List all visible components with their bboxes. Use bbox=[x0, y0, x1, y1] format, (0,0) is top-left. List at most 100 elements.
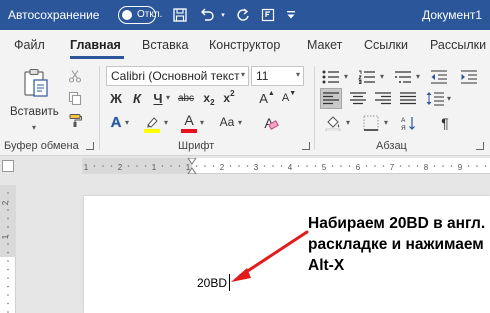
bullet-list-icon bbox=[322, 70, 339, 84]
ruler-tick bbox=[7, 226, 9, 228]
ruler-tick bbox=[127, 165, 130, 167]
tab-insert[interactable]: Вставка bbox=[142, 38, 188, 52]
paste-button[interactable]: Вставить ▾ bbox=[10, 68, 59, 132]
ruler-tick bbox=[433, 165, 436, 167]
font-color-dropdown-icon[interactable]: ▾ bbox=[200, 118, 204, 127]
copy-button[interactable] bbox=[66, 89, 84, 107]
bullets-dropdown-icon[interactable]: ▾ bbox=[344, 72, 348, 81]
multilevel-dropdown-icon[interactable]: ▾ bbox=[416, 72, 420, 81]
ruler-tick bbox=[7, 268, 9, 271]
align-center-button[interactable] bbox=[347, 88, 369, 109]
decrease-indent-button[interactable] bbox=[428, 68, 450, 86]
underline-dropdown-icon[interactable]: ▾ bbox=[166, 93, 170, 102]
change-case-dropdown-icon[interactable]: ▾ bbox=[238, 118, 242, 127]
shading-dropdown-icon[interactable]: ▾ bbox=[346, 118, 350, 127]
align-left-icon bbox=[323, 92, 339, 105]
superscript-index: 2 bbox=[230, 88, 235, 98]
sort-button[interactable]: A Я bbox=[398, 113, 420, 133]
ruler-label: 6 bbox=[356, 163, 361, 172]
clear-formatting-button[interactable]: A bbox=[258, 113, 280, 133]
ruler-label: 4 bbox=[288, 163, 293, 172]
bullets-button[interactable] bbox=[320, 68, 342, 86]
horizontal-ruler[interactable]: 121123456789 bbox=[82, 157, 490, 175]
italic-button[interactable]: К bbox=[128, 89, 146, 107]
paste-dropdown-icon[interactable]: ▾ bbox=[32, 123, 36, 132]
align-right-button[interactable] bbox=[372, 88, 394, 109]
font-group-label: Шрифт bbox=[178, 140, 215, 152]
ruler-tick bbox=[7, 217, 9, 220]
vertical-ruler[interactable]: 21 bbox=[0, 185, 16, 313]
typed-text: 20BD bbox=[197, 276, 228, 290]
font-size-combo[interactable]: 11 ▾ bbox=[251, 66, 304, 86]
show-formatting-marks-button[interactable]: ¶ bbox=[436, 114, 454, 132]
line-spacing-dropdown-icon[interactable]: ▾ bbox=[447, 94, 451, 103]
tab-references[interactable]: Ссылки bbox=[364, 38, 408, 52]
paragraph-launcher-icon[interactable] bbox=[476, 142, 484, 150]
font-color-button[interactable]: A bbox=[180, 112, 198, 133]
change-case-button[interactable]: Aa bbox=[216, 113, 238, 131]
ruler-label: 2 bbox=[220, 163, 225, 172]
ruler-tick bbox=[476, 165, 478, 167]
tab-design[interactable]: Конструктор bbox=[209, 38, 280, 52]
format-painter-button[interactable] bbox=[66, 111, 84, 129]
ruler-tick bbox=[7, 251, 9, 254]
customize-icon bbox=[287, 11, 295, 19]
subscript-button[interactable]: x2 bbox=[200, 89, 218, 107]
ruler-tick bbox=[374, 165, 376, 167]
borders-button[interactable] bbox=[360, 113, 382, 133]
ruler-tick bbox=[7, 234, 9, 237]
autosave-toggle[interactable]: Откл. bbox=[118, 6, 162, 24]
grow-font-letter: A bbox=[259, 90, 268, 106]
superscript-button[interactable]: x2 bbox=[220, 89, 238, 107]
justify-button[interactable] bbox=[397, 88, 419, 109]
text-effects-button[interactable]: A bbox=[107, 113, 125, 131]
ruler-tick bbox=[246, 165, 249, 167]
align-left-button[interactable] bbox=[320, 88, 342, 109]
line-spacing-button[interactable] bbox=[424, 88, 446, 109]
touch-mode-button[interactable] bbox=[258, 4, 278, 26]
shading-button[interactable] bbox=[322, 113, 344, 133]
grow-font-button[interactable]: A ▲ bbox=[256, 89, 278, 107]
undo-button[interactable] bbox=[196, 4, 218, 26]
customize-qat-button[interactable] bbox=[284, 4, 298, 26]
numbering-button[interactable] bbox=[356, 68, 378, 86]
clipboard-launcher-icon[interactable] bbox=[86, 142, 94, 150]
borders-dropdown-icon[interactable]: ▾ bbox=[384, 118, 388, 127]
font-name-dropdown-icon[interactable]: ▾ bbox=[241, 70, 245, 79]
underline-button[interactable]: Ч bbox=[149, 89, 167, 107]
bold-button[interactable]: Ж bbox=[107, 89, 125, 107]
shrink-font-button[interactable]: A ▼ bbox=[278, 89, 300, 107]
highlight-color-swatch bbox=[144, 129, 160, 133]
ruler-tick bbox=[348, 165, 351, 167]
highlight-dropdown-icon[interactable]: ▾ bbox=[164, 118, 168, 127]
ruler-tick bbox=[178, 165, 181, 167]
tab-home[interactable]: Главная bbox=[70, 38, 121, 52]
ruler-tick bbox=[170, 165, 172, 167]
tab-file[interactable]: Файл bbox=[14, 38, 45, 52]
font-name-combo[interactable]: Calibri (Основной текст ▾ bbox=[106, 66, 249, 86]
font-launcher-icon[interactable] bbox=[302, 142, 310, 150]
borders-icon bbox=[363, 115, 379, 131]
vertical-ruler-scale: 21 bbox=[0, 185, 16, 313]
ruler-tick bbox=[7, 200, 9, 203]
increase-indent-button[interactable] bbox=[458, 68, 480, 86]
tab-selector-icon[interactable] bbox=[2, 160, 14, 172]
font-name-value: Calibri (Основной текст bbox=[111, 69, 240, 83]
strikethrough-button[interactable]: abc bbox=[174, 89, 198, 107]
multilevel-list-button[interactable] bbox=[392, 68, 414, 86]
tab-mailings[interactable]: Рассылки bbox=[430, 38, 486, 52]
ruler-tick bbox=[484, 165, 487, 167]
redo-button[interactable] bbox=[234, 4, 252, 26]
numbering-dropdown-icon[interactable]: ▾ bbox=[380, 72, 384, 81]
ruler-tick bbox=[263, 165, 266, 167]
highlight-button[interactable] bbox=[142, 113, 162, 133]
ruler-tick bbox=[7, 294, 9, 296]
cut-button[interactable] bbox=[66, 67, 84, 85]
increase-indent-icon bbox=[461, 70, 477, 84]
font-size-dropdown-icon[interactable]: ▾ bbox=[296, 70, 300, 79]
ruler-label: 1 bbox=[152, 163, 157, 172]
text-effects-dropdown-icon[interactable]: ▾ bbox=[125, 118, 129, 127]
save-button[interactable] bbox=[170, 4, 190, 26]
undo-dropdown-icon[interactable]: ▾ bbox=[218, 4, 228, 26]
tab-layout[interactable]: Макет bbox=[307, 38, 342, 52]
